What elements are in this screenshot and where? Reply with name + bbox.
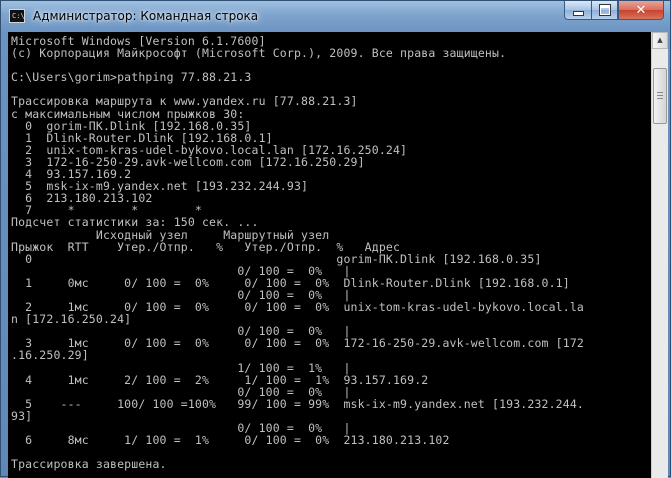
console-line: C:\Users\gorim>pathping 77.88.21.3: [11, 70, 252, 85]
grip-line: [657, 98, 663, 99]
close-button[interactable]: ✕: [618, 1, 664, 20]
console-output[interactable]: Microsoft Windows [Version 6.1.7600] (c) …: [8, 32, 651, 478]
console-line: 0 gorim-ПК.Dlink [192.168.0.35]: [11, 118, 252, 133]
console-line: .16.250.29]: [11, 348, 89, 363]
console-line: 0 gorim-ПК.Dlink [192.168.0.35]: [11, 251, 542, 266]
maximize-icon: [599, 5, 610, 15]
vertical-scrollbar[interactable]: ▲: [651, 32, 668, 478]
cmd-window: C:\ Администратор: Командная строка ✕ Mi…: [0, 0, 671, 478]
grip-line: [657, 92, 663, 93]
grip-line: [657, 95, 663, 96]
cmd-app-icon[interactable]: C:\: [9, 9, 25, 23]
scroll-up-arrow-icon[interactable]: ▲: [652, 32, 668, 49]
maximize-button[interactable]: [591, 1, 618, 20]
console-line: Исходный узел Маршрутный узел: [11, 227, 330, 242]
console-line: Прыжок RTT Утер./Отпр. % Утер./Отпр. % А…: [11, 239, 401, 254]
scroll-thumb[interactable]: [653, 68, 667, 124]
title-bar[interactable]: C:\ Администратор: Командная строка ✕: [1, 1, 670, 33]
app-icon-label: C:\: [12, 12, 25, 20]
console-line: (c) Корпорация Майкрософт (Microsoft Cor…: [11, 46, 507, 61]
console-line: 1/ 100 = 1% |: [11, 360, 351, 375]
console-line: Трассировка завершена.: [11, 457, 167, 472]
close-icon: ✕: [635, 2, 647, 18]
minimize-icon: [572, 10, 584, 16]
console-text[interactable]: Microsoft Windows [Version 6.1.7600] (c) …: [8, 32, 651, 470]
console-line: 5 --- 100/ 100 =100% 99/ 100 = 99% msk-i…: [11, 396, 584, 411]
console-line: Подсчет статистики за: 150 сек. ...: [11, 215, 259, 230]
window-title: Администратор: Командная строка: [33, 9, 259, 23]
console-line: 3 1мс 0/ 100 = 0% 0/ 100 = 0% 172-16-250…: [11, 336, 584, 351]
scroll-up-glyph: ▲: [657, 36, 663, 44]
console-line: 4 1мс 2/ 100 = 2% 1/ 100 = 1% 93.157.169…: [11, 372, 429, 387]
caption-buttons: ✕: [564, 1, 664, 21]
minimize-button[interactable]: [564, 1, 591, 20]
console-line: Трассировка маршрута к www.yandex.ru [77…: [11, 94, 358, 109]
console-line: 6 8мс 1/ 100 = 1% 0/ 100 = 0% 213.180.21…: [11, 433, 450, 448]
console-line: с максимальным числом прыжков 30:: [11, 106, 245, 121]
console-line: 0/ 100 = 0% |: [11, 384, 351, 399]
